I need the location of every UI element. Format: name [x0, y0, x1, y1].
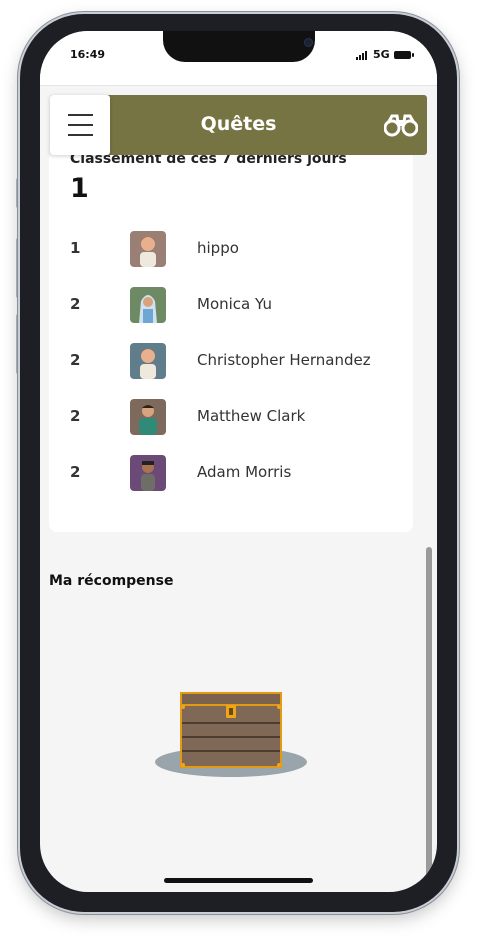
- status-time: 16:49: [70, 48, 106, 61]
- row-name: Monica Yu: [197, 295, 272, 313]
- leaderboard-row[interactable]: 2 Matthew Clark: [49, 397, 413, 437]
- signal-icon: [356, 51, 370, 60]
- menu-button[interactable]: [50, 95, 110, 155]
- leaderboard-row[interactable]: 2 Adam Morris: [49, 453, 413, 493]
- row-name: hippo: [197, 239, 239, 257]
- scrollbar[interactable]: [426, 547, 432, 887]
- leaderboard-row[interactable]: 2 Monica Yu: [49, 285, 413, 325]
- row-name: Christopher Hernandez: [197, 351, 371, 369]
- row-name: Adam Morris: [197, 463, 292, 481]
- avatar-icon: [130, 287, 166, 323]
- camera-icon: [304, 38, 313, 47]
- treasure-chest-icon[interactable]: [154, 691, 310, 777]
- row-name: Matthew Clark: [197, 407, 306, 425]
- row-rank: 1: [70, 239, 81, 257]
- my-rank: 1: [70, 173, 89, 204]
- row-rank: 2: [70, 463, 81, 481]
- leaderboard-row[interactable]: 1 hippo: [49, 229, 413, 269]
- battery-icon: [394, 51, 414, 59]
- leaderboard-card: Classement de ces 7 derniers jours 1 1 h…: [49, 151, 413, 532]
- network-type: 5G: [373, 48, 390, 61]
- app-screen: 16:49 5G Classement de ces 7 derniers jo…: [40, 31, 437, 892]
- row-rank: 2: [70, 351, 81, 369]
- avatar-icon: [130, 231, 166, 267]
- row-rank: 2: [70, 407, 81, 425]
- reward-title: Ma récompense: [49, 573, 174, 589]
- row-rank: 2: [70, 295, 81, 313]
- binoculars-icon[interactable]: [384, 113, 418, 137]
- notch: [163, 31, 315, 62]
- avatar-icon: [130, 399, 166, 435]
- avatar-icon: [130, 343, 166, 379]
- leaderboard-row[interactable]: 2 Christopher Hernandez: [49, 341, 413, 381]
- avatar-icon: [130, 455, 166, 491]
- home-indicator[interactable]: [164, 878, 313, 883]
